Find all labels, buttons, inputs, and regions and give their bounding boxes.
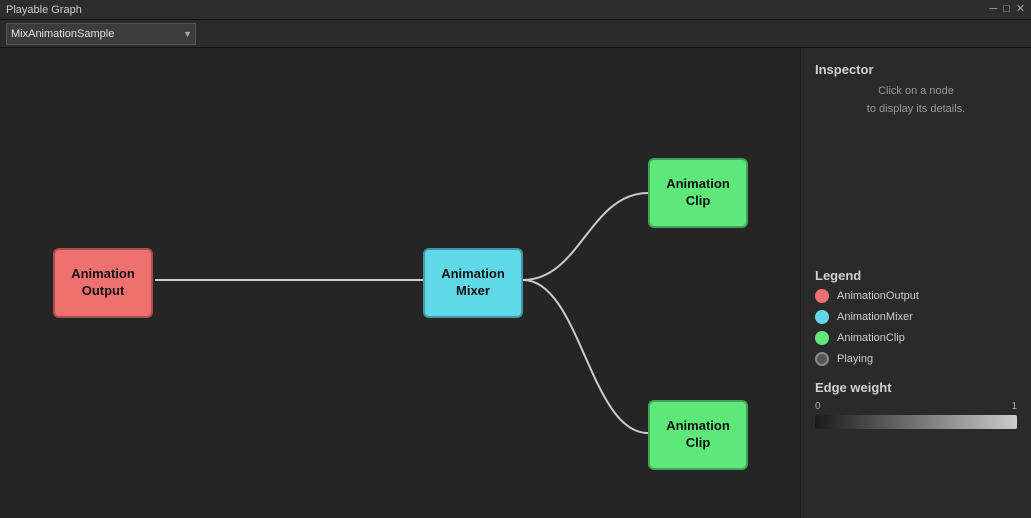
legend-title: Legend: [815, 268, 1017, 283]
legend-item-mixer: AnimationMixer: [815, 310, 1017, 324]
titlebar: Playable Graph ─ □ ✕: [0, 0, 1031, 20]
edge-weight-gradient-bar: [815, 415, 1017, 429]
graph-selector[interactable]: MixAnimationSample: [6, 23, 196, 45]
legend-label-clip: AnimationClip: [837, 332, 905, 344]
legend-dot-output: [815, 289, 829, 303]
graph-canvas: Animation Output Animation Mixer Animati…: [0, 48, 800, 518]
edge-weight-title: Edge weight: [815, 380, 1017, 395]
inspector-title: Inspector: [815, 62, 1017, 77]
edge-weight-section: Edge weight 0 1: [815, 380, 1017, 429]
inspector-panel: Inspector Click on a node to display its…: [800, 48, 1031, 518]
inspector-description: Click on a node to display its details.: [815, 83, 1017, 118]
toolbar: MixAnimationSample ▼: [0, 20, 1031, 48]
inspector-spacer: [815, 118, 1017, 268]
maximize-button[interactable]: □: [1003, 4, 1010, 15]
legend-label-playing: Playing: [837, 353, 873, 365]
animation-clip-bottom-node[interactable]: Animation Clip: [648, 400, 748, 470]
animation-output-label: Animation Output: [71, 266, 135, 300]
edge-weight-min: 0: [815, 401, 821, 412]
legend-dot-mixer: [815, 310, 829, 324]
legend-label-mixer: AnimationMixer: [837, 311, 913, 323]
edge-weight-labels: 0 1: [815, 401, 1017, 412]
legend-item-clip: AnimationClip: [815, 331, 1017, 345]
animation-clip-top-node[interactable]: Animation Clip: [648, 158, 748, 228]
graph-selector-wrapper: MixAnimationSample ▼: [6, 23, 196, 45]
window-title: Playable Graph: [6, 4, 82, 16]
animation-output-node[interactable]: Animation Output: [53, 248, 153, 318]
legend-item-output: AnimationOutput: [815, 289, 1017, 303]
animation-mixer-node[interactable]: Animation Mixer: [423, 248, 523, 318]
animation-mixer-label: Animation Mixer: [441, 266, 505, 300]
legend-dot-playing: [815, 352, 829, 366]
close-button[interactable]: ✕: [1016, 4, 1025, 15]
legend-dot-clip: [815, 331, 829, 345]
legend-item-playing: Playing: [815, 352, 1017, 366]
animation-clip-bottom-label: Animation Clip: [666, 418, 730, 452]
edge-weight-max: 1: [1011, 401, 1017, 412]
animation-clip-top-label: Animation Clip: [666, 176, 730, 210]
minimize-button[interactable]: ─: [989, 4, 997, 15]
window-controls: ─ □ ✕: [989, 4, 1025, 15]
legend-label-output: AnimationOutput: [837, 290, 919, 302]
